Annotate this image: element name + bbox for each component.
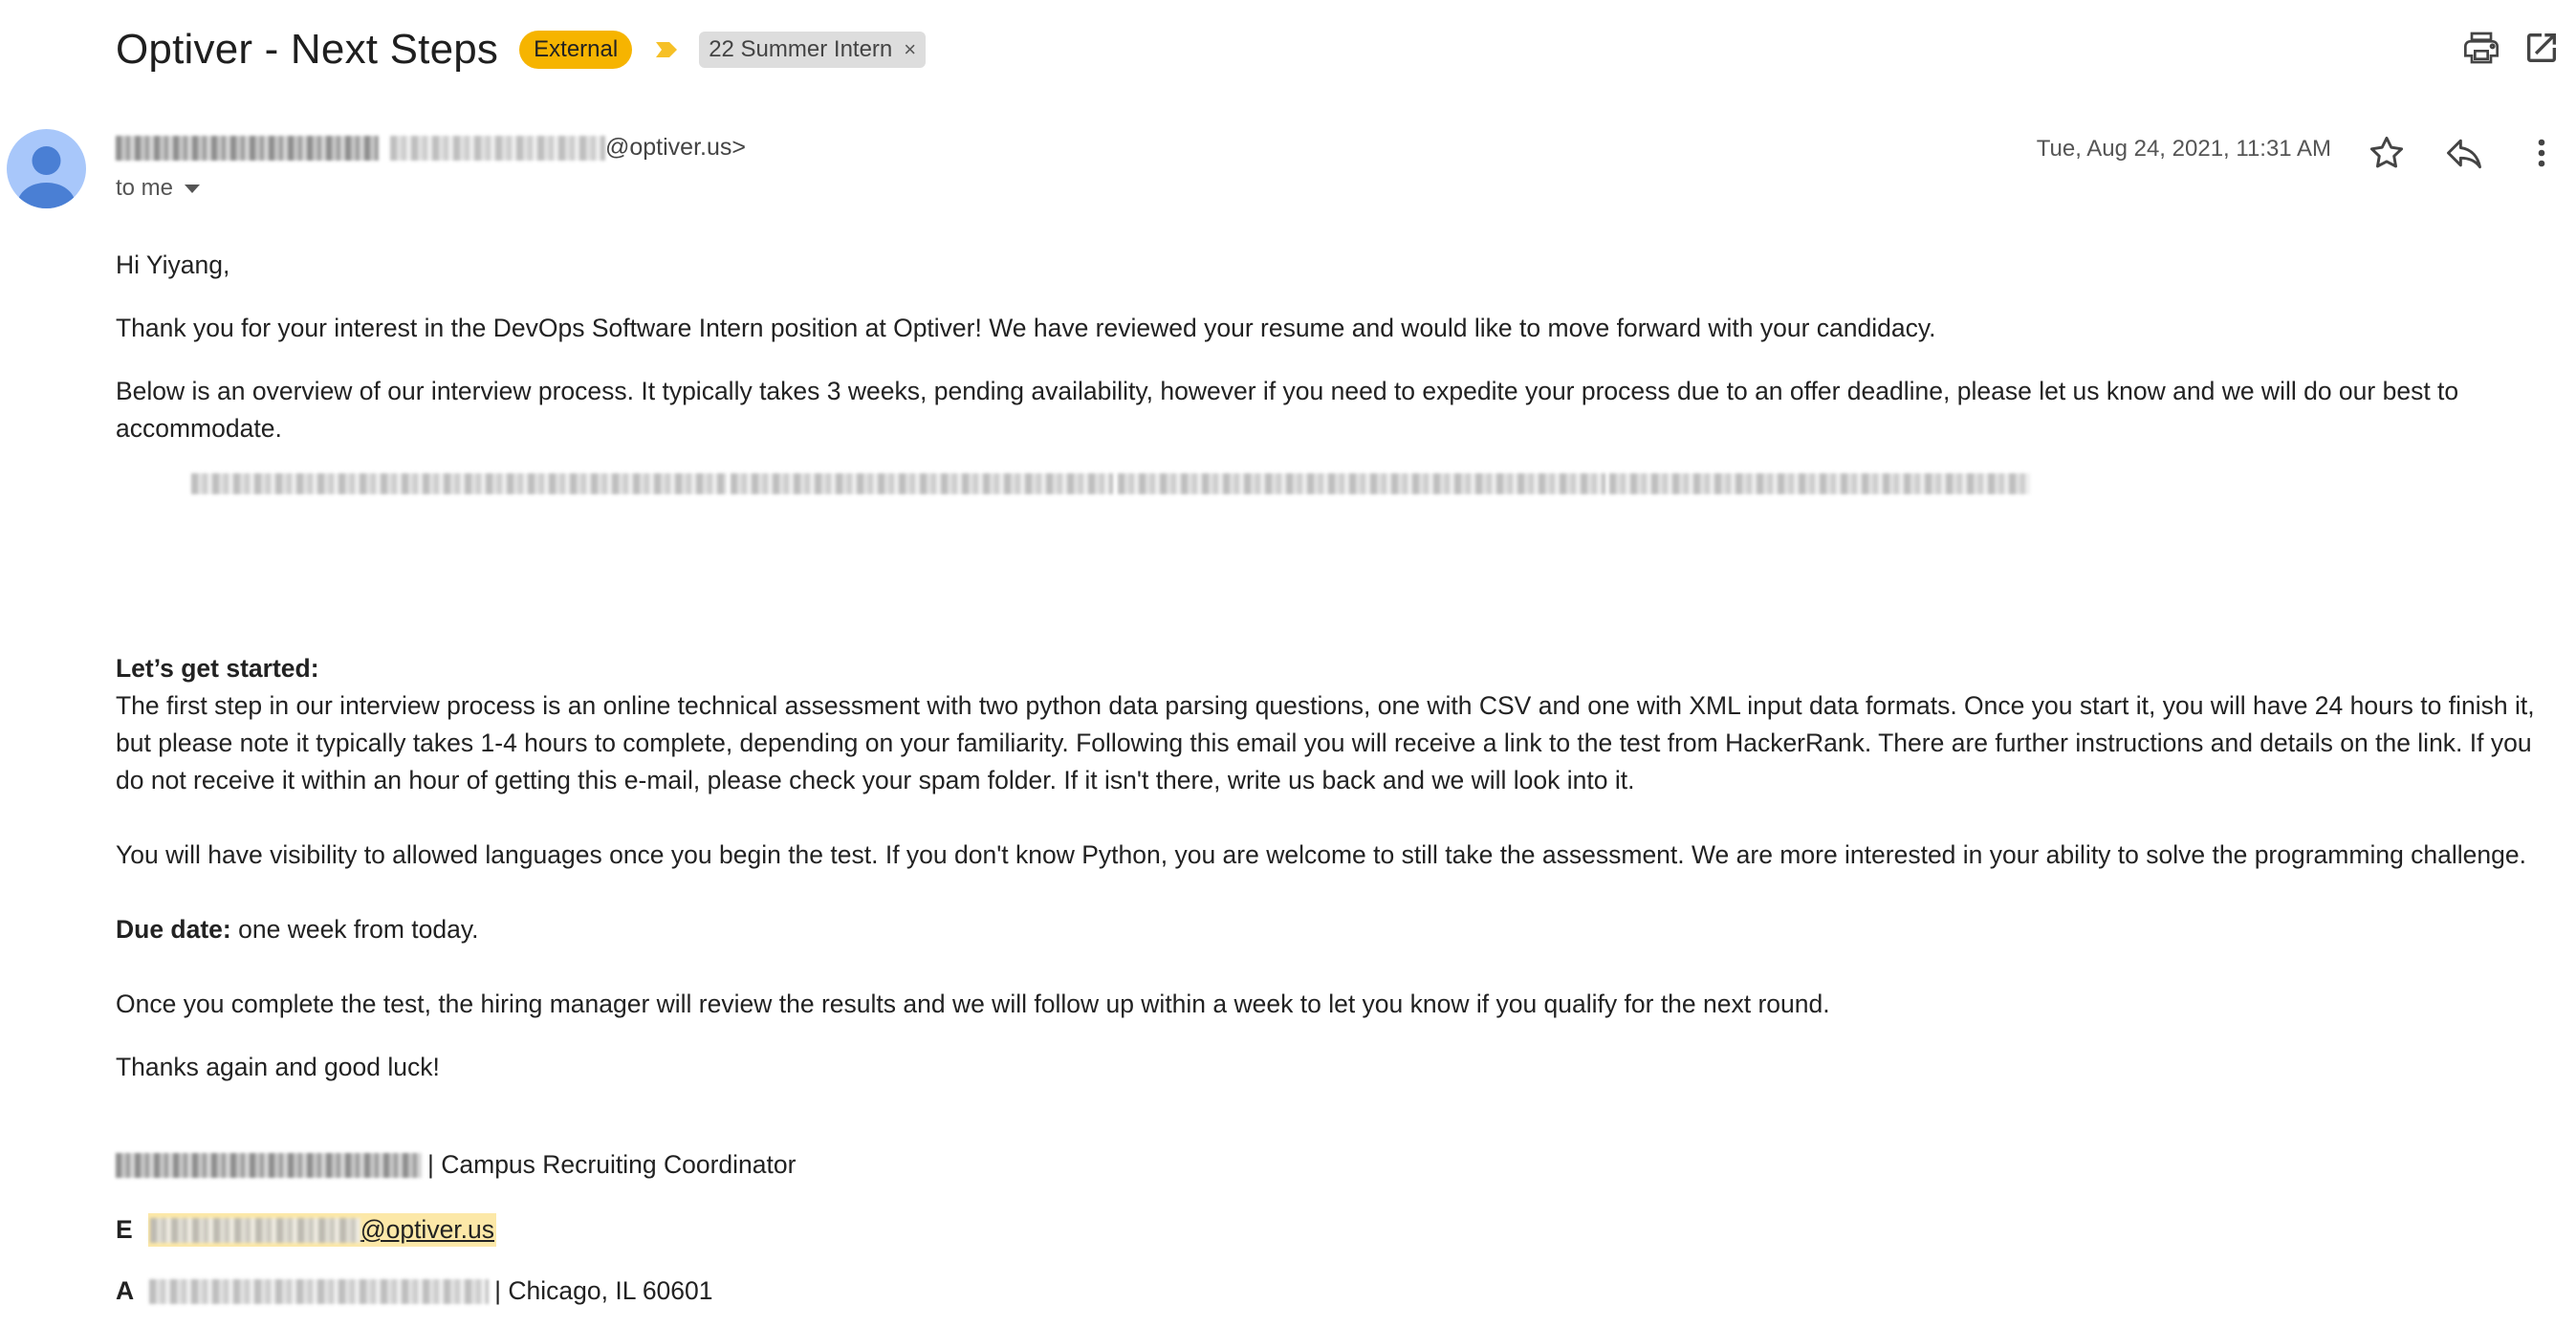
open-in-new-window-icon[interactable] xyxy=(2522,29,2561,67)
due-date-value: one week from today. xyxy=(230,915,479,944)
reply-icon[interactable] xyxy=(2443,132,2485,174)
paragraph-overview: Below is an overview of our interview pr… xyxy=(116,377,2459,443)
redacted-sender-email xyxy=(390,135,605,161)
label-chip[interactable]: 22 Summer Intern × xyxy=(699,32,927,68)
redacted-signer-name xyxy=(116,1152,422,1178)
paragraph-followup: Once you complete the test, the hiring m… xyxy=(116,990,1830,1018)
closing-line: Thanks again and good luck! xyxy=(116,1053,440,1081)
external-badge: External xyxy=(519,31,633,69)
signature-email-label: E xyxy=(116,1215,133,1244)
chevron-down-icon xyxy=(185,184,201,193)
default-avatar-icon[interactable] xyxy=(7,129,86,208)
print-icon[interactable] xyxy=(2462,29,2500,67)
more-vert-icon[interactable] xyxy=(2521,132,2563,174)
signature-title-line: | Campus Recruiting Coordinator xyxy=(116,1150,796,1180)
subject-row: Optiver - Next Steps External 22 Summer … xyxy=(116,21,927,78)
signature-email-domain: @optiver.us xyxy=(360,1215,495,1244)
due-date-line: Due date: one week from today. xyxy=(116,911,2564,948)
redacted-sender-name xyxy=(116,135,379,161)
due-date-label: Due date: xyxy=(116,915,231,944)
redacted-interview-steps xyxy=(191,473,2031,516)
redacted-signer-email xyxy=(149,1217,360,1243)
email-body-continued: Let’s get started: The first step in our… xyxy=(116,650,2564,1086)
remove-label-icon[interactable]: × xyxy=(904,36,916,63)
signature-email-line: E @optiver.us xyxy=(116,1213,497,1247)
email-subject: Optiver - Next Steps xyxy=(116,26,499,73)
redacted-street-address xyxy=(149,1278,490,1304)
signature-email-link[interactable]: @optiver.us xyxy=(147,1213,497,1247)
sender-email-domain: @optiver.us> xyxy=(605,134,746,161)
greeting: Hi Yiyang, xyxy=(116,250,230,279)
paragraph-languages: You will have visibility to allowed lang… xyxy=(116,840,2526,869)
section-heading-get-started: Let’s get started: xyxy=(116,654,319,683)
recipient-label: to me xyxy=(116,175,174,201)
signature-address-city: | Chicago, IL 60601 xyxy=(494,1276,713,1305)
signature-address-label: A xyxy=(116,1276,135,1305)
importance-marker-icon[interactable] xyxy=(653,36,680,63)
email-body: Hi Yiyang, Thank you for your interest i… xyxy=(116,247,2564,447)
signature-title: | Campus Recruiting Coordinator xyxy=(427,1150,797,1179)
paragraph-assessment: The first step in our interview process … xyxy=(116,691,2535,794)
email-view: Optiver - Next Steps External 22 Summer … xyxy=(0,0,2576,1327)
email-date: Tue, Aug 24, 2021, 11:31 AM xyxy=(2036,136,2331,162)
paragraph-intro: Thank you for your interest in the DevOp… xyxy=(116,314,1936,342)
label-chip-text: 22 Summer Intern xyxy=(709,36,893,62)
star-icon[interactable] xyxy=(2366,132,2408,174)
signature-address-line: A | Chicago, IL 60601 xyxy=(116,1276,713,1306)
sender-line[interactable]: @optiver.us> xyxy=(116,134,746,162)
recipient-details-toggle[interactable]: to me xyxy=(116,175,201,202)
